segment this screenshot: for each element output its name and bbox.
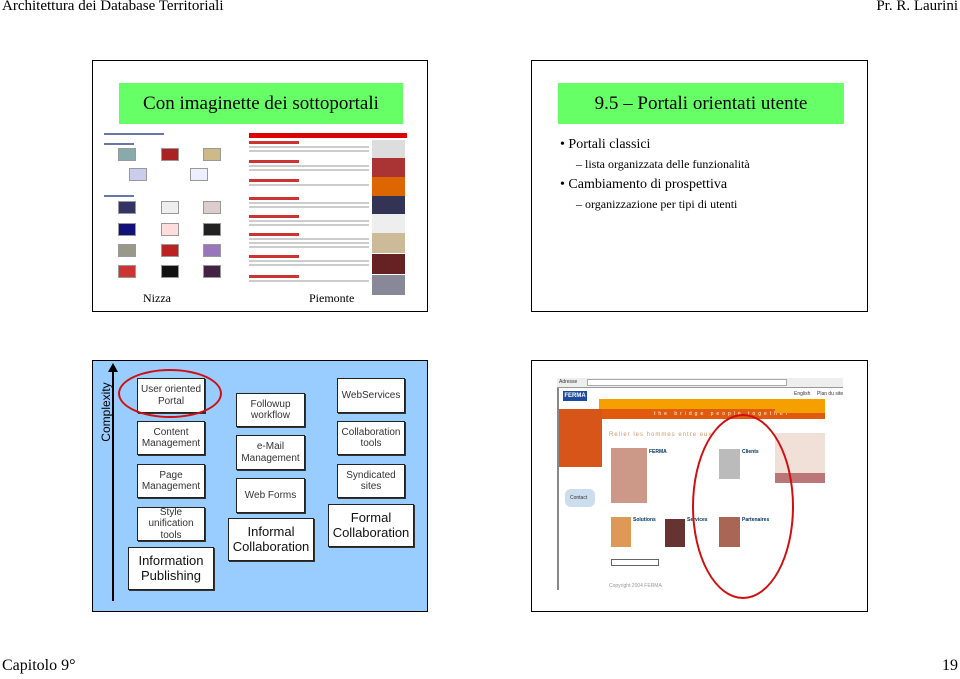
box-syndicated-sites: Syndicated sites (337, 464, 405, 498)
tagline: the bridge people together (654, 411, 791, 417)
solutions-select[interactable] (611, 559, 659, 566)
section-ferma[interactable]: FERMA (649, 449, 667, 455)
footer-page-number: 19 (942, 657, 958, 674)
box-informal-collaboration: Informal Collaboration (228, 518, 314, 561)
copyright: Copyright 2004 FERMA (609, 583, 662, 589)
slide-title: Con imaginette dei sottoportali (119, 83, 403, 124)
sub-bullet-2: – organizzazione per tipi di utenti (576, 197, 738, 211)
link-contact[interactable]: Contact (570, 495, 587, 501)
box-formal-collaboration: Formal Collaboration (328, 504, 414, 547)
sub-bullet-1: – lista organizzata delle funzionalità (576, 157, 750, 171)
photo-child (611, 448, 647, 503)
box-web-forms: Web Forms (236, 478, 305, 513)
box-followup-workflow: Followup workflow (236, 393, 305, 427)
header-title: Architettura dei Database Territoriali (2, 0, 224, 14)
box-content-management: Content Management (137, 421, 205, 455)
slide-title: 9.5 – Portali orientati utente (558, 83, 844, 124)
nav-menu[interactable] (559, 409, 602, 467)
slide-sottoportali: Con imaginette dei sottoportali Nizza Pi… (92, 60, 428, 312)
caption-piemonte: Piemonte (309, 291, 355, 305)
nizza-thumbnail-grid (104, 131, 234, 291)
box-information-publishing: Information Publishing (128, 547, 214, 590)
highlight-ellipse (118, 369, 222, 418)
browser-address-bar: Adresse (557, 378, 843, 388)
highlight-ellipse (692, 414, 794, 599)
arrow-up-icon (108, 363, 118, 372)
footer-chapter: Capitolo 9° (2, 657, 76, 674)
box-email-management: e-Mail Management (236, 435, 305, 470)
link-plan-du-site[interactable]: Plan du site (817, 391, 843, 397)
box-style-unification-tools: Style unification tools (137, 507, 205, 541)
piemonte-screenshot (249, 133, 407, 295)
box-page-management: Page Management (137, 464, 205, 498)
box-webservices: WebServices (337, 378, 405, 413)
ferma-logo: FERMA (563, 391, 587, 401)
bullet-2: • Cambiamento di prospettiva (560, 177, 728, 192)
bullet-1: • Portali classici (560, 137, 651, 152)
slide-complexity-diagram: Complexity User oriented Portal Content … (92, 360, 428, 612)
caption-nizza: Nizza (143, 291, 171, 305)
header-author: Pr. R. Laurini (876, 0, 958, 14)
section-solutions[interactable]: Solutions (633, 517, 656, 523)
box-collaboration-tools: Collaboration tools (337, 421, 405, 455)
slide-ferma-portal-screenshot: Adresse FERMA English Plan du site the b… (531, 360, 868, 612)
slide-portali-orientati-utente: 9.5 – Portali orientati utente • Portali… (531, 60, 868, 312)
link-english[interactable]: English (794, 391, 810, 397)
headline: Relier les hommes entre eux (609, 432, 713, 438)
axis-label: Complexity (99, 382, 113, 442)
